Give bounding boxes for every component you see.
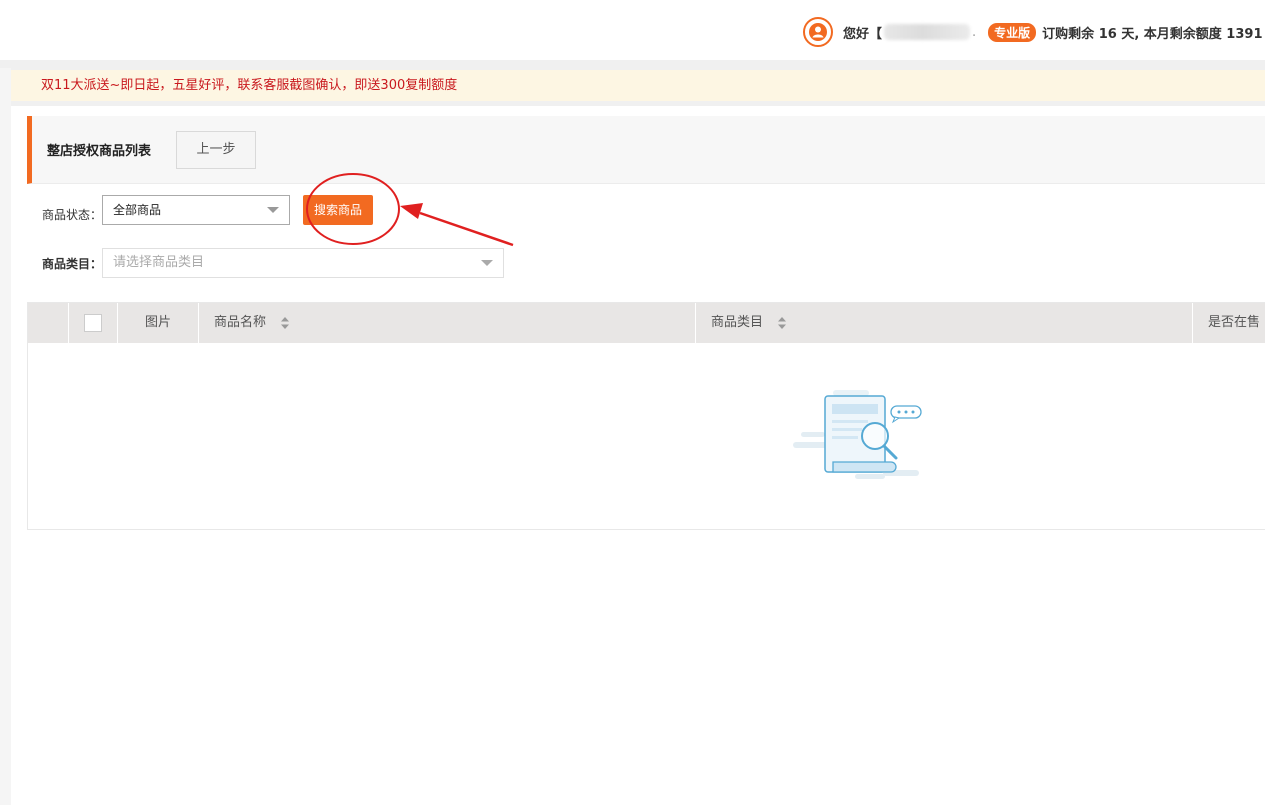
sort-icon[interactable]: [777, 316, 787, 330]
subscription-info: 订购剩余 16 天, 本月剩余额度 1391 已: [1042, 26, 1265, 42]
status-select-value: 全部商品: [113, 203, 162, 217]
header-cell-category[interactable]: 商品类目: [696, 303, 1193, 343]
search-goods-button[interactable]: 搜索商品: [303, 195, 373, 225]
blurred-username: [884, 24, 971, 40]
column-header-on-sale: 是否在售: [1208, 315, 1261, 330]
left-gutter: [0, 68, 11, 805]
main-panel: 整店授权商品列表 上一步 商品状态： 全部商品 搜索商品 商品类目： 请选择商品…: [11, 106, 1265, 805]
sort-icon[interactable]: [280, 316, 290, 330]
header-cell-on-sale: 是否在售: [1193, 303, 1265, 343]
panel-header: 整店授权商品列表 上一步: [27, 116, 1265, 184]
column-header-category: 商品类目: [711, 315, 764, 330]
header-cell-index: [28, 303, 69, 343]
goods-table: 图片 商品名称 商品类目 是否在售: [27, 302, 1265, 530]
column-header-name: 商品名称: [214, 315, 267, 330]
username-tail: .: [972, 24, 977, 40]
user-info: 您好【 . 专业版 订购剩余 16 天, 本月剩余额度 1391 已: [803, 16, 1265, 48]
header-cell-select: [69, 303, 118, 343]
category-select[interactable]: 请选择商品类目: [102, 248, 504, 278]
top-bar: 您好【 . 专业版 订购剩余 16 天, 本月剩余额度 1391 已: [0, 0, 1265, 60]
page-title: 整店授权商品列表: [47, 144, 152, 159]
prev-step-button[interactable]: 上一步: [176, 131, 256, 169]
status-select[interactable]: 全部商品: [102, 195, 290, 225]
category-select-placeholder: 请选择商品类目: [113, 255, 205, 270]
chevron-down-icon: [267, 207, 279, 213]
header-cell-name[interactable]: 商品名称: [199, 303, 696, 343]
edition-badge: 专业版: [988, 22, 1037, 42]
chevron-down-icon: [481, 260, 493, 266]
promo-notice: 双11大派送~即日起，五星好评，联系客服截图确认，即送300复制额度: [11, 70, 1265, 101]
table-header: 图片 商品名称 商品类目 是否在售: [28, 303, 1265, 343]
empty-search-illustration: [793, 390, 922, 479]
column-header-image: 图片: [144, 315, 171, 330]
category-label: 商品类目：: [42, 257, 103, 271]
status-label: 商品状态：: [42, 208, 103, 222]
select-all-checkbox[interactable]: [84, 314, 102, 332]
greeting-text: 您好【: [843, 26, 883, 42]
user-avatar-icon[interactable]: [803, 17, 833, 47]
header-cell-image: 图片: [118, 303, 199, 343]
